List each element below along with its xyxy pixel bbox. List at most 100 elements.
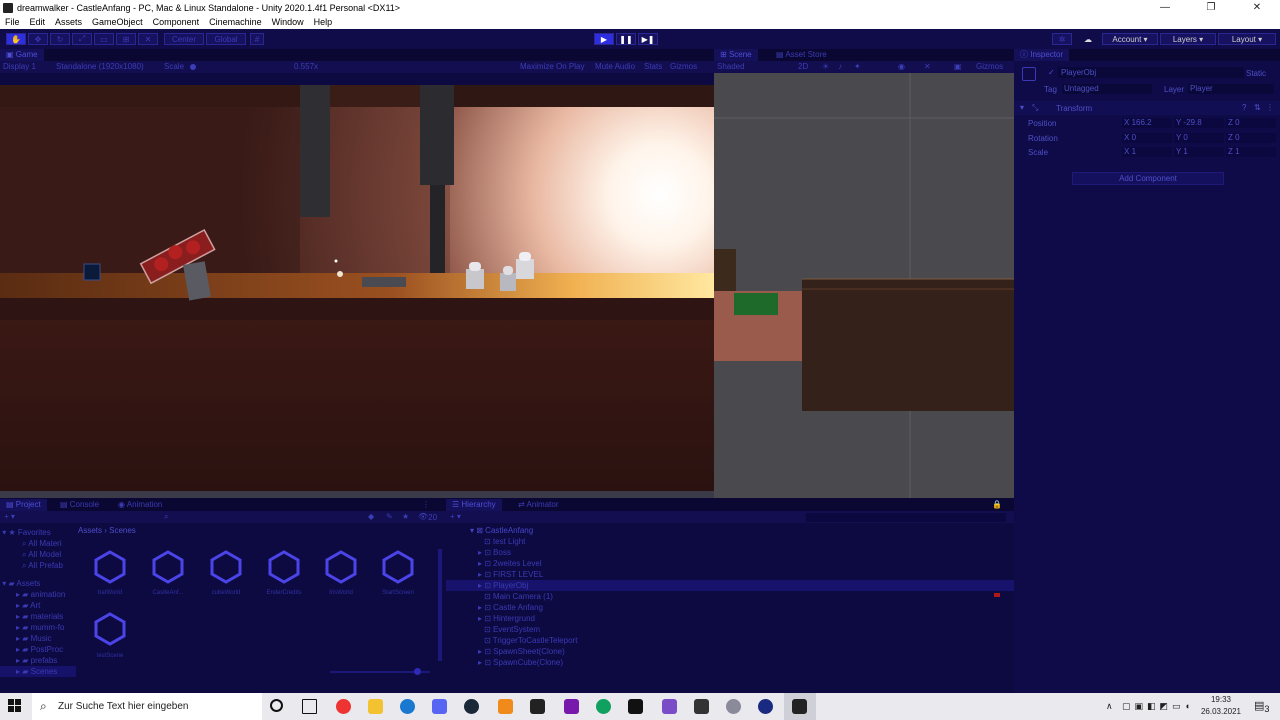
task-view-icon[interactable] bbox=[302, 699, 317, 714]
custom-tool-button[interactable]: ✕ bbox=[138, 33, 158, 45]
create-button[interactable]: + ▾ bbox=[4, 512, 15, 521]
unity-scene-icon[interactable] bbox=[92, 549, 128, 585]
hierarchy-item-selected[interactable]: ▸ ⊡ PlayerObj bbox=[446, 580, 1014, 591]
menu-assets[interactable]: Assets bbox=[50, 17, 87, 27]
scale-slider-thumb[interactable] bbox=[190, 64, 196, 70]
lighting-toggle-icon[interactable]: ☀ bbox=[822, 62, 829, 71]
folder-item[interactable]: ▸ ▰ mumm-fo bbox=[0, 622, 76, 633]
notification-icon[interactable]: ▤3 bbox=[1254, 699, 1270, 714]
unity-taskbar-active[interactable] bbox=[784, 693, 816, 720]
hierarchy-item[interactable]: ▸ ⊡ Boss bbox=[446, 547, 1014, 558]
add-component-button[interactable]: Add Component bbox=[1072, 172, 1224, 185]
tray-icons[interactable]: ▢▣◧◩▭◖ bbox=[1122, 701, 1194, 712]
gizmos-dropdown[interactable]: Gizmos bbox=[670, 62, 697, 71]
shading-dropdown[interactable]: Shaded bbox=[717, 62, 745, 71]
steam-icon[interactable] bbox=[464, 699, 479, 714]
layers-dropdown[interactable]: Layers ▾ bbox=[1160, 33, 1216, 45]
unity-scene-icon[interactable] bbox=[92, 611, 128, 647]
filter-label-icon[interactable]: ✎ bbox=[386, 512, 393, 521]
menu-gameobject[interactable]: GameObject bbox=[87, 17, 148, 27]
favorites-node[interactable]: ▾ ★ Favorites bbox=[0, 527, 76, 538]
transform-header[interactable]: ▾ ⤡ Transform ? ⇅ ⋮ bbox=[1014, 101, 1280, 115]
tab-hierarchy[interactable]: ☰ Hierarchy bbox=[446, 499, 502, 511]
tab-inspector[interactable]: ⓘ Inspector bbox=[1014, 49, 1070, 61]
visual-studio-icon[interactable] bbox=[662, 699, 677, 714]
pivot-center-toggle[interactable]: Center bbox=[164, 33, 204, 45]
scene-gizmos-dropdown[interactable]: Gizmos bbox=[976, 62, 1003, 71]
transform-tool-button[interactable]: ⊞ bbox=[116, 33, 136, 45]
hierarchy-item[interactable]: ▸ ⊡ SpawnCube(Clone) bbox=[446, 657, 1014, 668]
rotation-z-field[interactable]: Z 0 bbox=[1226, 133, 1276, 143]
static-toggle[interactable]: Static bbox=[1246, 69, 1266, 78]
menu-cinemachine[interactable]: Cinemachine bbox=[204, 17, 267, 27]
hierarchy-item[interactable]: ⊡ test Light bbox=[446, 536, 1014, 547]
hierarchy-item[interactable]: ⊡ Main Camera (1) bbox=[446, 591, 1014, 602]
audio-toggle-icon[interactable]: ♪ bbox=[838, 62, 842, 71]
scene-extras-icon[interactable]: ▣ bbox=[954, 62, 962, 71]
breadcrumb-assets[interactable]: Assets bbox=[78, 526, 102, 535]
folder-item-selected[interactable]: ▸ ▰ Scenes bbox=[0, 666, 76, 677]
preset-icon[interactable]: ⇅ bbox=[1254, 103, 1261, 112]
file-explorer-icon[interactable] bbox=[368, 699, 383, 714]
folder-item[interactable]: ▸ ▰ animation bbox=[0, 589, 76, 600]
search-icon[interactable]: ⌕ bbox=[164, 512, 168, 522]
layer-dropdown[interactable]: Player bbox=[1188, 84, 1274, 94]
tray-chevron-icon[interactable]: ∧ bbox=[1106, 701, 1113, 712]
icon-size-slider-thumb[interactable] bbox=[414, 668, 421, 675]
position-z-field[interactable]: Z 0 bbox=[1226, 118, 1276, 128]
position-x-field[interactable]: X 166.2 bbox=[1122, 118, 1172, 128]
assets-node[interactable]: ▾ ▰ Assets bbox=[0, 578, 76, 589]
effects-toggle-icon[interactable]: ✦ bbox=[854, 62, 861, 71]
play-button[interactable]: ▶ bbox=[594, 33, 614, 45]
account-dropdown[interactable]: Account ▾ bbox=[1102, 33, 1158, 45]
tab-project[interactable]: ▤ Project bbox=[0, 499, 47, 511]
clock-date[interactable]: 26.03.2021 bbox=[1196, 707, 1246, 716]
move-tool-button[interactable]: ✥ bbox=[28, 33, 48, 45]
app-shield-icon[interactable] bbox=[726, 699, 741, 714]
tab-animation[interactable]: ◉ Animation bbox=[112, 499, 168, 511]
scale-tool-button[interactable]: ⤢ bbox=[72, 33, 92, 45]
menu-component[interactable]: Component bbox=[148, 17, 205, 27]
more-options-icon[interactable]: ⋮ bbox=[1266, 103, 1274, 112]
app-orb-icon[interactable] bbox=[758, 699, 773, 714]
breadcrumb-scenes[interactable]: Scenes bbox=[109, 526, 136, 535]
folder-item[interactable]: ▸ ▰ Music bbox=[0, 633, 76, 644]
hierarchy-item[interactable]: ▸ ⊡ SpawnSheet(Clone) bbox=[446, 646, 1014, 657]
rect-tool-button[interactable]: ▭ bbox=[94, 33, 114, 45]
headset-app-icon[interactable] bbox=[596, 699, 611, 714]
close-button[interactable]: ✕ bbox=[1234, 0, 1280, 15]
scale-y-field[interactable]: Y 1 bbox=[1174, 147, 1224, 157]
taskbar-search-box[interactable]: ⌕ Zur Suche Text hier eingeben bbox=[32, 693, 262, 720]
camera-icon[interactable]: ◉ bbox=[898, 62, 905, 71]
tab-scene[interactable]: ⊞ Scene bbox=[714, 49, 758, 61]
discord-icon[interactable] bbox=[432, 699, 447, 714]
unity-scene-icon[interactable] bbox=[150, 549, 186, 585]
favorite-item[interactable]: ⌕ All Prefab bbox=[0, 560, 76, 571]
app-icon[interactable] bbox=[530, 699, 545, 714]
terminal-icon[interactable] bbox=[628, 699, 643, 714]
tag-dropdown[interactable]: Untagged bbox=[1062, 84, 1152, 94]
tab-game[interactable]: ▣ Game bbox=[0, 49, 44, 61]
folder-item[interactable]: ▸ ▰ prefabs bbox=[0, 655, 76, 666]
maximize-on-play-toggle[interactable]: Maximize On Play bbox=[520, 62, 584, 71]
cloud-button[interactable]: ☁ bbox=[1078, 33, 1098, 45]
hand-tool-button[interactable]: ✋ bbox=[6, 33, 26, 45]
game-render[interactable] bbox=[0, 85, 714, 498]
2d-toggle[interactable]: 2D bbox=[798, 62, 808, 71]
hierarchy-item[interactable]: ▸ ⊡ Hintergrund bbox=[446, 613, 1014, 624]
hierarchy-item[interactable]: ▸ ⊡ FIRST LEVEL bbox=[446, 569, 1014, 580]
pause-button[interactable]: ❚❚ bbox=[616, 33, 636, 45]
unity-scene-icon[interactable] bbox=[380, 549, 416, 585]
tab-asset-store[interactable]: ▤ Asset Store bbox=[770, 49, 833, 61]
filter-type-icon[interactable]: ◆ bbox=[368, 512, 374, 521]
resolution-dropdown[interactable]: Standalone (1920x1080) bbox=[56, 62, 144, 71]
hierarchy-item[interactable]: ▸ ⊡ 2weites Level bbox=[446, 558, 1014, 569]
hierarchy-search-input[interactable] bbox=[806, 513, 1006, 522]
project-panel-menu-icon[interactable]: ⋮ bbox=[416, 499, 436, 511]
help-icon[interactable]: ? bbox=[1242, 103, 1246, 112]
chrome-icon[interactable] bbox=[336, 699, 351, 714]
active-checkbox[interactable]: ✓ bbox=[1048, 68, 1055, 77]
unity-hub-icon[interactable] bbox=[694, 699, 709, 714]
hierarchy-item[interactable]: ⊡ TriggerToCastleTeleport bbox=[446, 635, 1014, 646]
scene-render[interactable] bbox=[714, 73, 1014, 498]
